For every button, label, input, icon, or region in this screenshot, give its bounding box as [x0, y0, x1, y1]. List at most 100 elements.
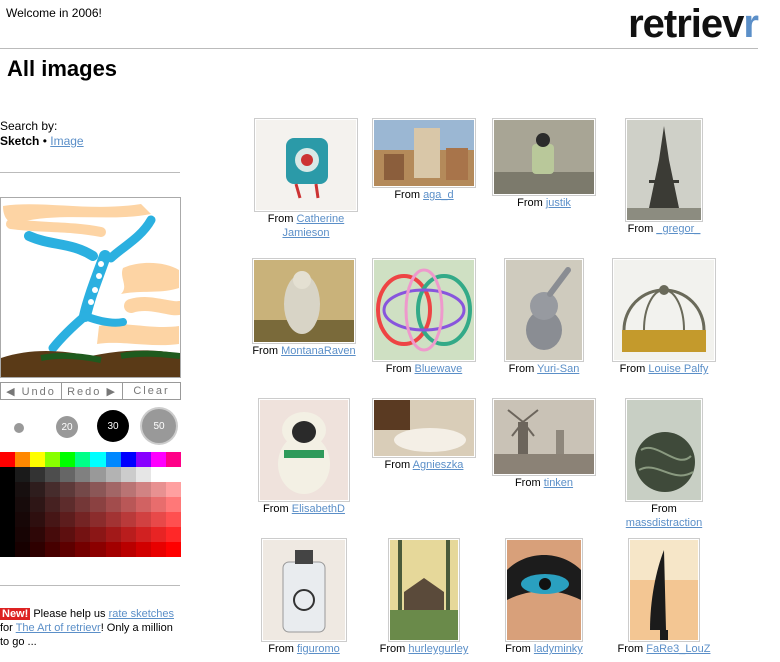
- retrievr-logo[interactable]: retrievr: [628, 2, 759, 47]
- author-link[interactable]: ElisabethD: [292, 503, 345, 515]
- image-result[interactable]: From FaRe3_LouZ: [612, 538, 716, 656]
- result-thumbnail[interactable]: [261, 538, 347, 642]
- color-swatch[interactable]: [15, 497, 31, 512]
- color-swatch[interactable]: [150, 452, 166, 467]
- author-link[interactable]: FaRe3_LouZ: [646, 643, 710, 655]
- color-swatch[interactable]: [15, 512, 31, 527]
- image-result[interactable]: From Bluewave: [372, 258, 476, 376]
- color-swatch[interactable]: [0, 542, 16, 557]
- color-swatch[interactable]: [15, 482, 31, 497]
- result-thumbnail[interactable]: [372, 118, 476, 188]
- color-swatch[interactable]: [120, 497, 136, 512]
- brush-size-small[interactable]: [14, 423, 24, 433]
- result-thumbnail[interactable]: [504, 258, 584, 362]
- result-thumbnail[interactable]: [258, 398, 350, 502]
- clear-button[interactable]: Clear: [123, 383, 180, 399]
- color-swatch[interactable]: [90, 527, 106, 542]
- color-swatch[interactable]: [150, 482, 166, 497]
- color-swatch[interactable]: [60, 497, 76, 512]
- result-thumbnail[interactable]: [252, 258, 356, 344]
- author-link[interactable]: hurleygurley: [408, 643, 468, 655]
- color-swatch[interactable]: [120, 542, 136, 557]
- author-link[interactable]: massdistraction: [626, 517, 702, 529]
- color-swatch[interactable]: [0, 512, 16, 527]
- color-swatch[interactable]: [30, 542, 46, 557]
- color-swatch[interactable]: [165, 542, 181, 557]
- color-swatch[interactable]: [165, 512, 181, 527]
- color-swatch[interactable]: [135, 497, 151, 512]
- color-swatch[interactable]: [0, 467, 16, 482]
- image-result[interactable]: From massdistraction: [612, 398, 716, 530]
- image-result[interactable]: From _gregor_: [612, 118, 716, 236]
- color-swatch[interactable]: [135, 452, 151, 467]
- image-result[interactable]: From justik: [492, 118, 596, 210]
- color-swatch[interactable]: [45, 467, 61, 482]
- color-swatch[interactable]: [0, 452, 16, 467]
- color-swatch[interactable]: [120, 512, 136, 527]
- color-swatch[interactable]: [60, 512, 76, 527]
- color-swatch[interactable]: [150, 527, 166, 542]
- color-swatch[interactable]: [135, 527, 151, 542]
- color-swatch[interactable]: [75, 542, 91, 557]
- color-swatch[interactable]: [90, 467, 106, 482]
- image-result[interactable]: From Yuri-San: [492, 258, 596, 376]
- color-swatch[interactable]: [105, 527, 121, 542]
- color-swatch[interactable]: [90, 542, 106, 557]
- color-swatch[interactable]: [135, 467, 151, 482]
- author-link[interactable]: ladyminky: [534, 643, 583, 655]
- color-swatch[interactable]: [120, 467, 136, 482]
- color-swatch[interactable]: [0, 482, 16, 497]
- color-swatch[interactable]: [45, 452, 61, 467]
- color-swatch[interactable]: [15, 467, 31, 482]
- color-swatch[interactable]: [105, 482, 121, 497]
- image-mode-link[interactable]: Image: [50, 134, 83, 148]
- color-swatch[interactable]: [105, 467, 121, 482]
- result-thumbnail[interactable]: [628, 538, 700, 642]
- author-link[interactable]: Bluewave: [415, 363, 463, 375]
- result-thumbnail[interactable]: [388, 538, 460, 642]
- color-swatch[interactable]: [15, 452, 31, 467]
- color-swatch[interactable]: [150, 542, 166, 557]
- author-link[interactable]: tinken: [544, 477, 573, 489]
- image-result[interactable]: From hurleygurley: [372, 538, 476, 656]
- result-thumbnail[interactable]: [492, 118, 596, 196]
- brush-size-20[interactable]: 20: [56, 416, 78, 438]
- author-link[interactable]: figuromo: [297, 643, 340, 655]
- color-swatch[interactable]: [165, 452, 181, 467]
- color-swatch[interactable]: [105, 512, 121, 527]
- color-swatch[interactable]: [60, 467, 76, 482]
- rate-sketches-link[interactable]: rate sketches: [109, 608, 174, 620]
- color-swatch[interactable]: [90, 497, 106, 512]
- redo-button[interactable]: Redo ▶: [62, 383, 123, 399]
- color-swatch[interactable]: [45, 527, 61, 542]
- image-result[interactable]: From ElisabethD: [252, 398, 356, 516]
- color-swatch[interactable]: [75, 482, 91, 497]
- image-result[interactable]: From ladyminky: [492, 538, 596, 656]
- result-thumbnail[interactable]: [492, 398, 596, 476]
- result-thumbnail[interactable]: [372, 258, 476, 362]
- image-result[interactable]: From MontanaRaven: [252, 258, 356, 358]
- brush-size-30[interactable]: 30: [97, 410, 129, 442]
- author-link[interactable]: Agnieszka: [413, 459, 464, 471]
- color-swatch[interactable]: [30, 452, 46, 467]
- color-swatch[interactable]: [165, 467, 181, 482]
- color-swatch[interactable]: [105, 497, 121, 512]
- brush-size-50[interactable]: 50: [142, 409, 176, 443]
- color-swatch[interactable]: [0, 497, 16, 512]
- color-swatch[interactable]: [75, 497, 91, 512]
- color-swatch[interactable]: [150, 497, 166, 512]
- image-result[interactable]: From tinken: [492, 398, 596, 490]
- color-swatch[interactable]: [45, 542, 61, 557]
- color-swatch[interactable]: [135, 512, 151, 527]
- image-result[interactable]: From aga_d: [372, 118, 476, 202]
- color-swatch[interactable]: [120, 452, 136, 467]
- image-result[interactable]: From Agnieszka: [372, 398, 476, 472]
- color-swatch[interactable]: [135, 542, 151, 557]
- color-swatch[interactable]: [45, 497, 61, 512]
- color-swatch[interactable]: [135, 482, 151, 497]
- author-link[interactable]: _gregor_: [656, 223, 700, 235]
- color-swatch[interactable]: [120, 527, 136, 542]
- undo-button[interactable]: ◀ Undo: [1, 383, 62, 399]
- color-swatch[interactable]: [165, 497, 181, 512]
- color-swatch[interactable]: [0, 527, 16, 542]
